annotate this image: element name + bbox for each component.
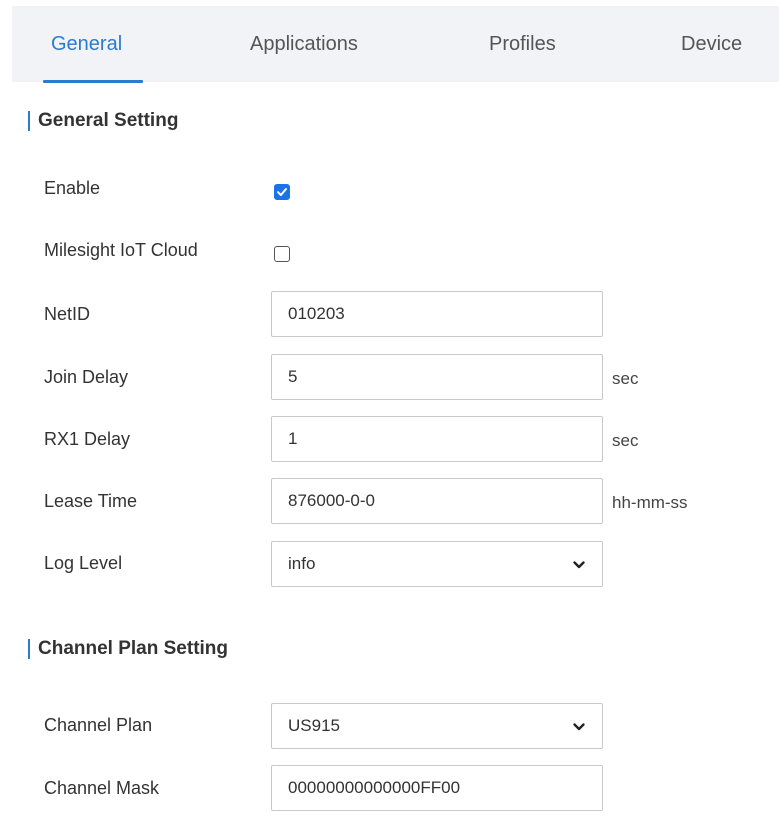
lease-time-label: Lease Time (44, 491, 138, 511)
join-delay-label: Join Delay (44, 367, 129, 387)
channel-plan-label: Channel Plan (44, 715, 153, 735)
lease-time-unit: hh-mm-ss (612, 493, 688, 512)
log-level-label: Log Level (44, 553, 123, 573)
general-setting-title: General Setting (28, 110, 178, 132)
enable-label: Enable (44, 178, 101, 198)
tab-general[interactable]: General (51, 6, 122, 82)
netid-input[interactable]: 010203 (271, 291, 603, 337)
channel-mask-label: Channel Mask (44, 778, 160, 798)
channel-plan-setting-title: Channel Plan Setting (28, 638, 228, 660)
channel-plan-selected-value: US915 (288, 716, 340, 735)
chevron-down-icon (573, 561, 585, 569)
log-level-select[interactable]: info (271, 541, 603, 587)
check-icon (277, 188, 287, 196)
enable-checkbox[interactable] (274, 184, 290, 200)
tab-applications[interactable]: Applications (250, 6, 358, 82)
rx1-delay-unit: sec (612, 431, 639, 450)
tab-device[interactable]: Device (681, 6, 742, 82)
lease-time-input[interactable]: 876000-0-0 (271, 478, 603, 524)
join-delay-input[interactable]: 5 (271, 354, 603, 400)
rx1-delay-label: RX1 Delay (44, 429, 131, 449)
log-level-selected-value: info (288, 554, 316, 573)
netid-label: NetID (44, 304, 91, 324)
channel-plan-select[interactable]: US915 (271, 703, 603, 749)
rx1-delay-input[interactable]: 1 (271, 416, 603, 462)
milesight-iot-cloud-checkbox[interactable] (274, 246, 290, 262)
tab-bar: General Applications Profiles Device (12, 6, 779, 83)
milesight-iot-cloud-label: Milesight IoT Cloud (44, 240, 198, 260)
active-tab-indicator (43, 80, 143, 83)
tab-profiles[interactable]: Profiles (489, 6, 556, 82)
join-delay-unit: sec (612, 369, 639, 388)
channel-mask-input[interactable]: 00000000000000FF00 (271, 765, 603, 811)
chevron-down-icon (573, 723, 585, 731)
